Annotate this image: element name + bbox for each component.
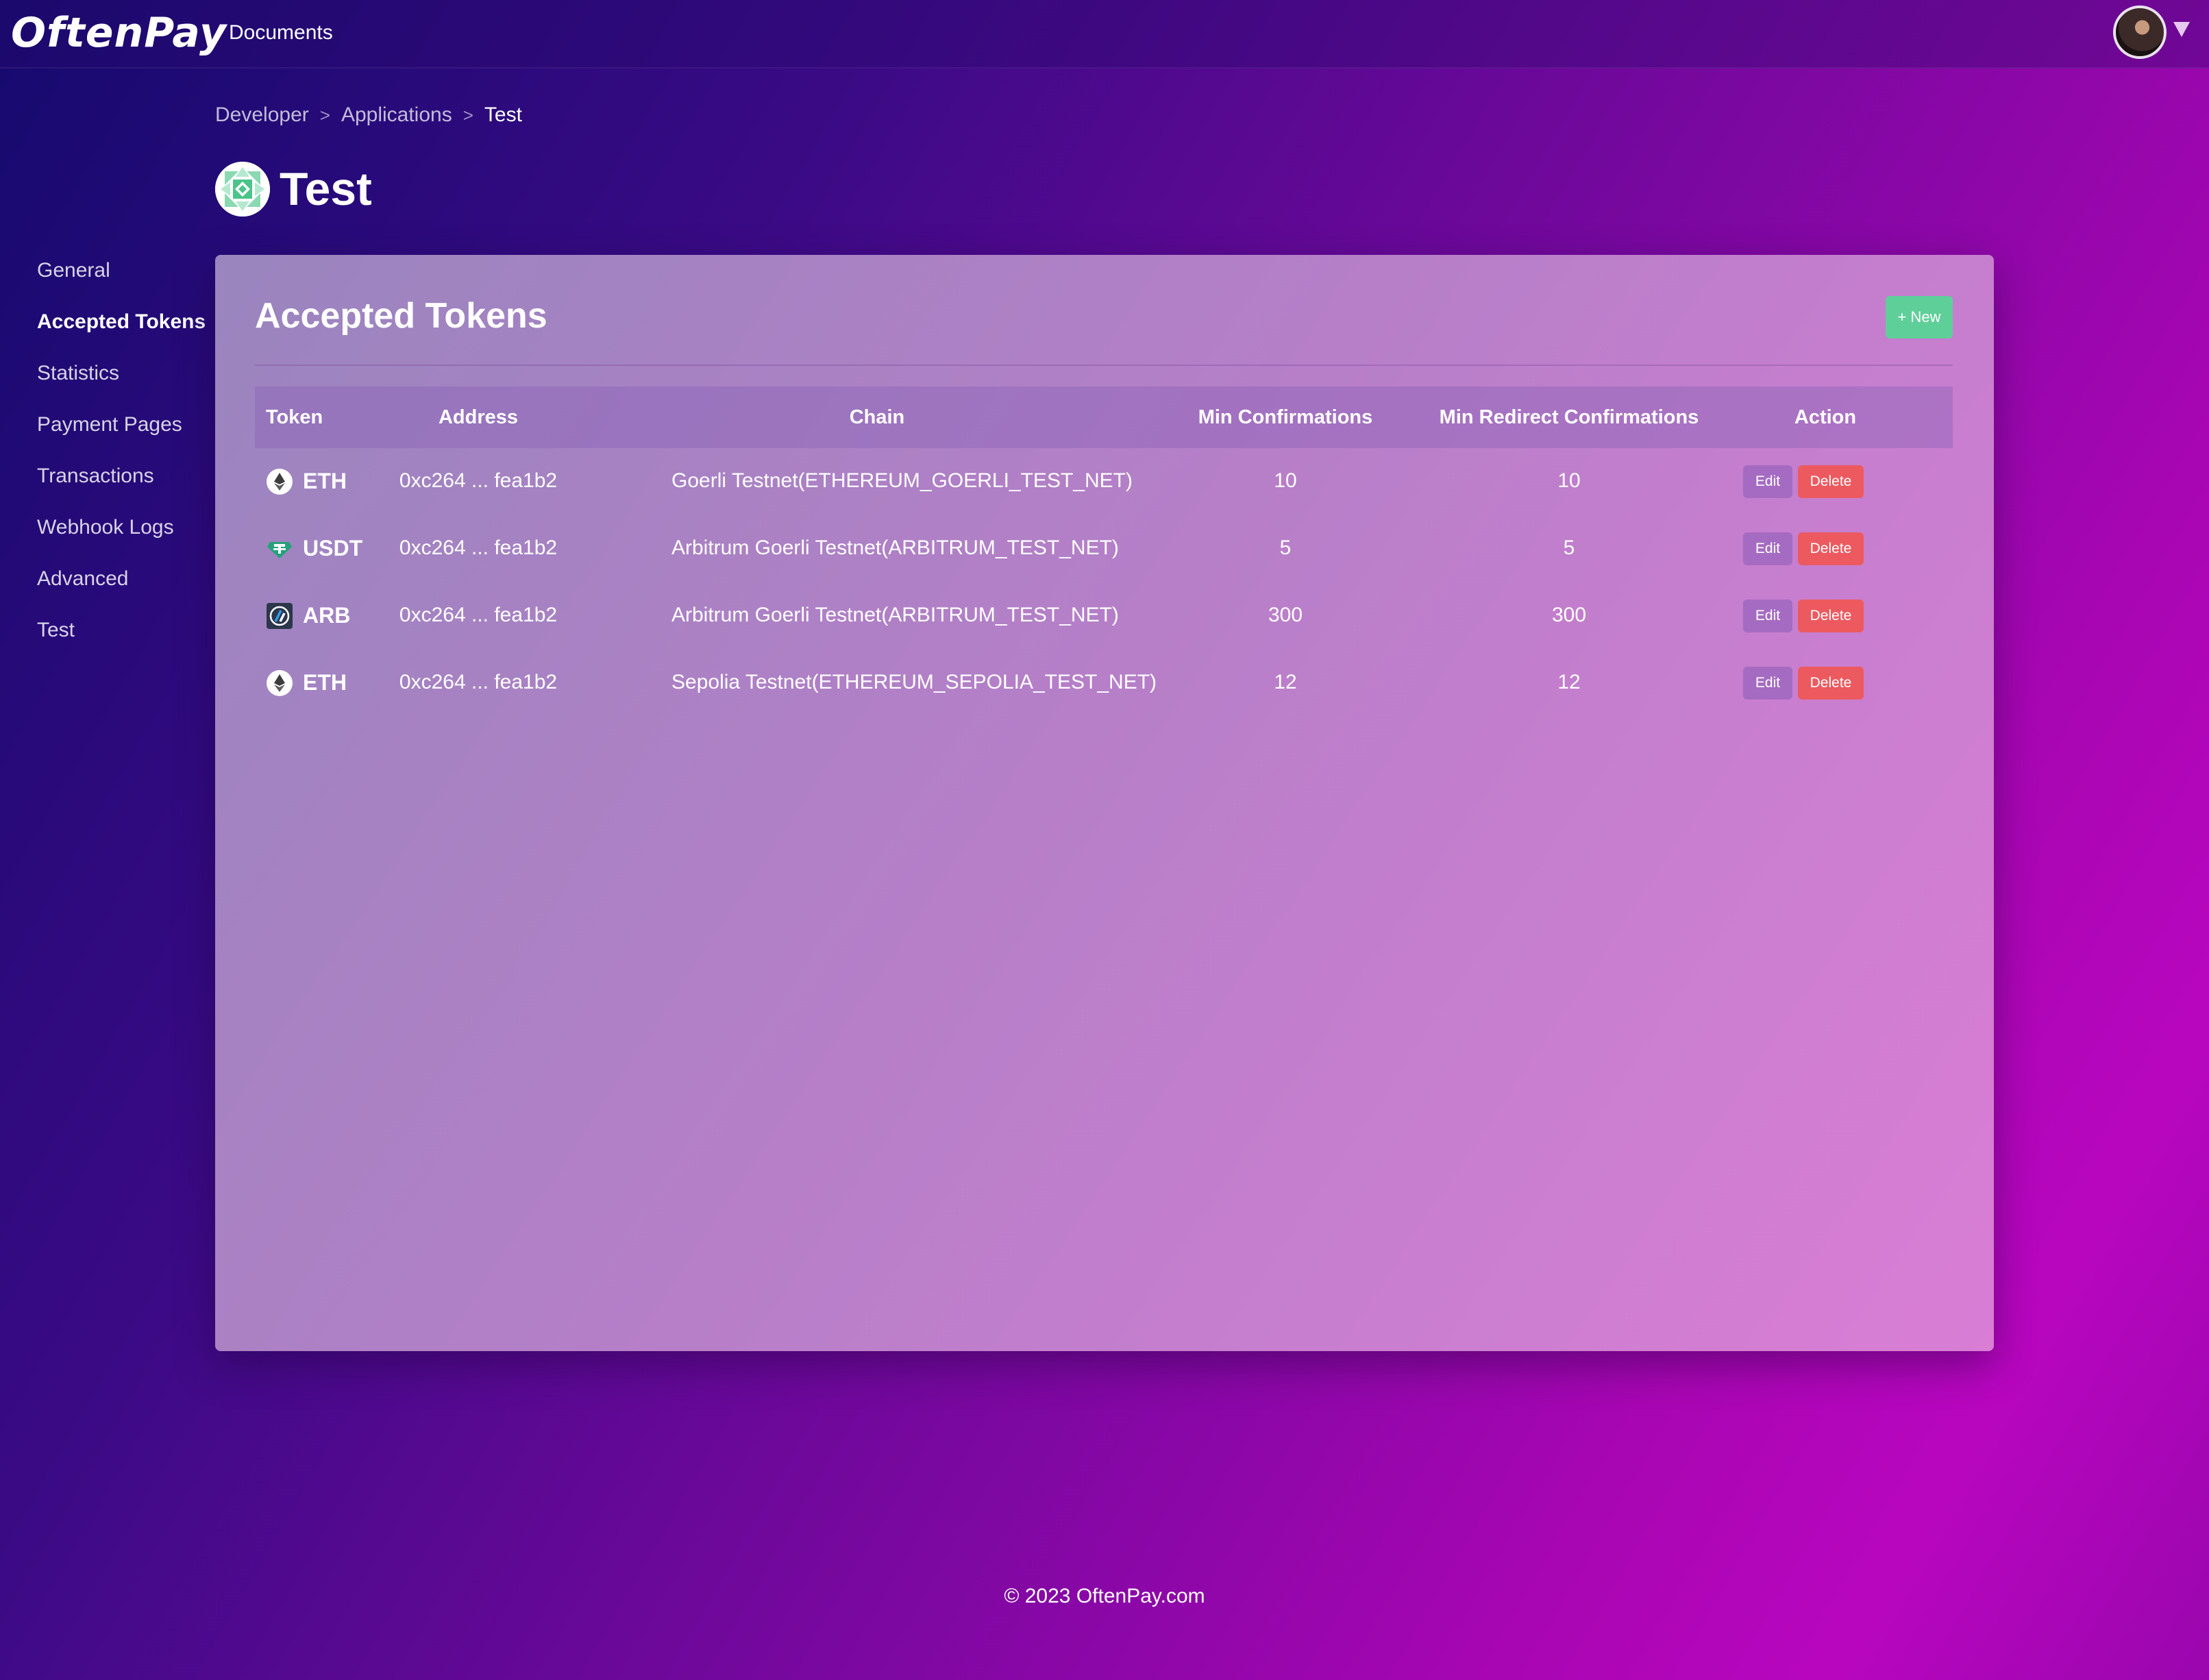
- token-chain: Arbitrum Goerli Testnet(ARBITRUM_TEST_NE…: [671, 604, 1119, 626]
- token-address: 0xc264 ... fea1b2: [399, 469, 558, 492]
- delete-button[interactable]: Delete: [1798, 600, 1864, 632]
- user-avatar[interactable]: [2113, 5, 2167, 59]
- min-confirmations: 5: [1279, 536, 1292, 559]
- breadcrumb-developer[interactable]: Developer: [215, 101, 309, 129]
- edit-button[interactable]: Edit: [1743, 600, 1792, 632]
- new-token-button[interactable]: + New: [1886, 296, 1953, 338]
- divider: [255, 365, 1953, 366]
- breadcrumb-separator: >: [462, 105, 473, 125]
- token-name: ETH: [303, 469, 347, 493]
- sidebar-item-webhook-logs[interactable]: Webhook Logs: [37, 510, 215, 562]
- table-row: ETH 0xc264 ... fea1b2 Goerli Testnet(ETH…: [255, 447, 1953, 515]
- page-title: Test: [280, 163, 372, 215]
- sidebar-item-payment-pages[interactable]: Payment Pages: [37, 408, 215, 459]
- token-chain: Goerli Testnet(ETHEREUM_GOERLI_TEST_NET): [671, 469, 1133, 492]
- sidebar-item-general[interactable]: General: [37, 254, 215, 305]
- delete-button[interactable]: Delete: [1798, 465, 1864, 498]
- sidebar-item-statistics[interactable]: Statistics: [37, 356, 215, 408]
- sidebar-item-transactions[interactable]: Transactions: [37, 459, 215, 510]
- token-address: 0xc264 ... fea1b2: [399, 671, 558, 693]
- min-redirect-confirmations: 12: [1557, 671, 1581, 693]
- edit-button[interactable]: Edit: [1743, 465, 1792, 498]
- app-icon: [215, 162, 270, 217]
- sidebar: General Accepted Tokens Statistics Payme…: [37, 254, 215, 665]
- min-confirmations: 12: [1274, 671, 1297, 693]
- arbitrum-icon: [267, 603, 293, 629]
- edit-button[interactable]: Edit: [1743, 532, 1792, 565]
- logo[interactable]: OftenPay: [11, 5, 227, 60]
- ethereum-icon: [267, 469, 293, 495]
- min-redirect-confirmations: 5: [1563, 536, 1575, 559]
- breadcrumb-applications[interactable]: Applications: [341, 101, 452, 129]
- min-redirect-confirmations: 10: [1557, 469, 1581, 492]
- edit-button[interactable]: Edit: [1743, 667, 1792, 700]
- table-row: USDT 0xc264 ... fea1b2 Arbitrum Goerli T…: [255, 515, 1953, 582]
- breadcrumb-separator: >: [319, 105, 330, 125]
- token-chain: Arbitrum Goerli Testnet(ARBITRUM_TEST_NE…: [671, 536, 1119, 559]
- nav-documents-link[interactable]: Documents: [229, 19, 333, 47]
- min-confirmations: 300: [1268, 604, 1303, 626]
- chevron-down-icon[interactable]: [2173, 22, 2190, 37]
- table-row: ARB 0xc264 ... fea1b2 Arbitrum Goerli Te…: [255, 582, 1953, 649]
- tether-icon: [267, 542, 292, 558]
- footer-copyright: © 2023 OftenPay.com: [1004, 1585, 1205, 1607]
- token-name: ETH: [303, 670, 347, 695]
- card-title: Accepted Tokens: [255, 296, 547, 336]
- column-header-token: Token: [266, 406, 323, 428]
- sidebar-item-accepted-tokens[interactable]: Accepted Tokens: [37, 305, 215, 356]
- table-header: Token Address Chain Min Confirmations Mi…: [255, 386, 1953, 448]
- token-chain: Sepolia Testnet(ETHEREUM_SEPOLIA_TEST_NE…: [671, 671, 1157, 693]
- breadcrumb: Developer > Applications > Test: [215, 101, 522, 129]
- accepted-tokens-card: Accepted Tokens + New Token Address Chai…: [215, 255, 1994, 1351]
- ethereum-icon: [267, 670, 293, 696]
- min-confirmations: 10: [1274, 469, 1297, 492]
- breadcrumb-current: Test: [484, 103, 522, 126]
- delete-button[interactable]: Delete: [1798, 532, 1864, 565]
- top-bar: OftenPay Documents: [0, 0, 2209, 69]
- token-address: 0xc264 ... fea1b2: [399, 536, 558, 559]
- token-address: 0xc264 ... fea1b2: [399, 604, 558, 626]
- table-row: ETH 0xc264 ... fea1b2 Sepolia Testnet(ET…: [255, 649, 1953, 716]
- delete-button[interactable]: Delete: [1798, 667, 1864, 700]
- sidebar-item-advanced[interactable]: Advanced: [37, 562, 215, 613]
- min-redirect-confirmations: 300: [1551, 604, 1587, 626]
- sidebar-item-test[interactable]: Test: [37, 613, 215, 665]
